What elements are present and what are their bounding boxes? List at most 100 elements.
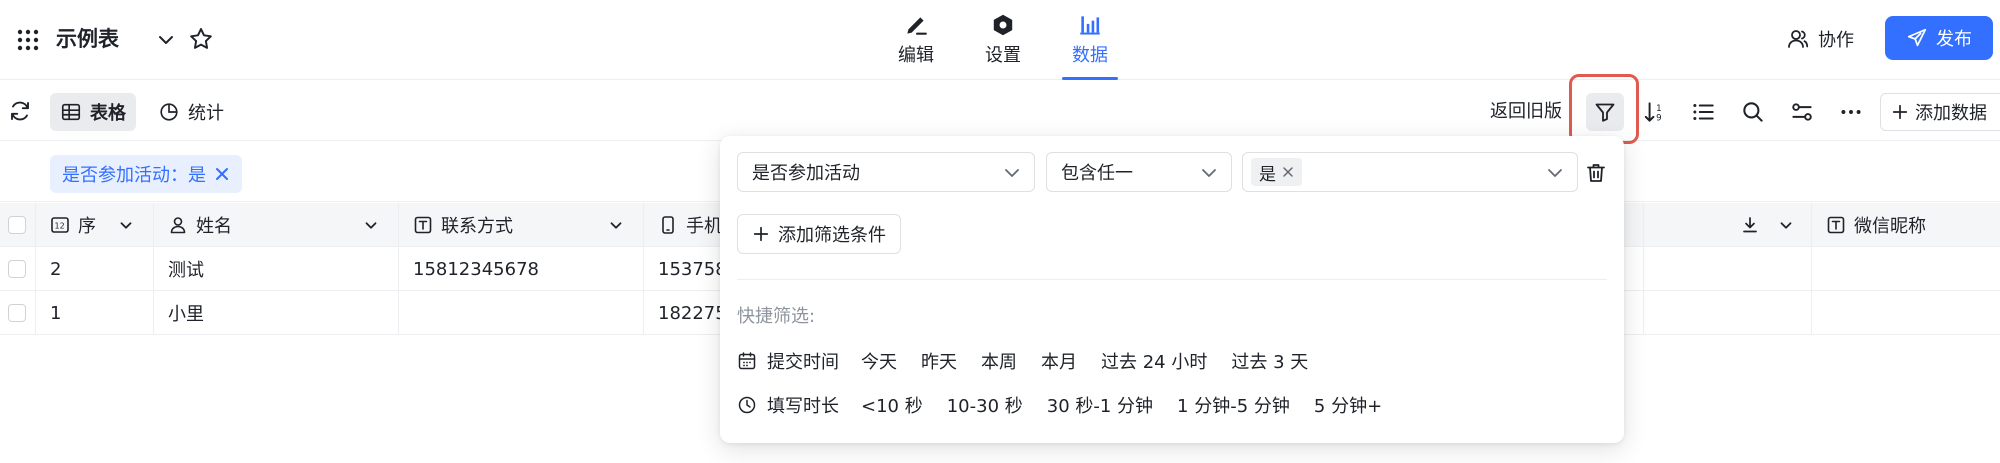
filter-operator-value: 包含任一 xyxy=(1061,163,1133,184)
column-header-name[interactable]: 姓名 xyxy=(154,203,399,247)
quick-option-10-30s[interactable]: 10-30 秒 xyxy=(947,392,1023,418)
phone-icon xyxy=(662,216,674,234)
cell-contact[interactable]: 15812345678 xyxy=(399,247,644,291)
sort-icon[interactable]: 1 9 xyxy=(1642,99,1668,125)
chevron-down-icon xyxy=(1005,169,1019,177)
serial-number-icon: 12 xyxy=(51,217,69,233)
quick-option-30s-1m[interactable]: 30 秒-1 分钟 xyxy=(1047,392,1153,418)
tab-edit[interactable]: 编辑 xyxy=(878,10,954,80)
column-header-file[interactable] xyxy=(1730,203,1812,247)
quick-option-yesterday[interactable]: 昨天 xyxy=(921,348,957,374)
quick-option-this-month[interactable]: 本月 xyxy=(1041,348,1077,374)
refresh-icon[interactable] xyxy=(8,99,32,123)
filter-button[interactable] xyxy=(1586,93,1624,131)
active-filter-chip[interactable]: 是否参加活动：是 xyxy=(50,155,242,193)
quick-option-past-3d[interactable]: 过去 3 天 xyxy=(1231,348,1308,374)
quick-option-today[interactable]: 今天 xyxy=(861,348,897,374)
filter-operator-select[interactable]: 包含任一 xyxy=(1046,152,1232,192)
close-icon[interactable] xyxy=(1282,166,1294,178)
chevron-down-icon xyxy=(1202,169,1216,177)
select-all-checkbox[interactable] xyxy=(8,216,26,234)
close-icon[interactable] xyxy=(214,166,230,182)
filter-field-value: 是否参加活动 xyxy=(752,163,860,184)
view-stats-button[interactable]: 统计 xyxy=(148,93,234,131)
svg-text:9: 9 xyxy=(1656,114,1662,124)
add-data-button[interactable]: 添加数据 xyxy=(1880,93,2000,131)
pencil-icon xyxy=(907,17,927,35)
column-label: 手机 xyxy=(686,216,722,237)
chevron-down-icon[interactable] xyxy=(156,30,176,50)
row-checkbox[interactable] xyxy=(8,260,26,278)
send-icon xyxy=(1907,28,1927,47)
adjust-sliders-icon[interactable] xyxy=(1789,99,1815,125)
bar-chart-icon xyxy=(1080,16,1100,35)
tab-data[interactable]: 数据 xyxy=(1052,10,1128,80)
app-title: 示例表 xyxy=(56,27,119,51)
add-filter-condition-button[interactable]: 添加筛选条件 xyxy=(737,214,901,254)
collaborate-button[interactable]: 协作 xyxy=(1776,18,1864,60)
column-label: 姓名 xyxy=(196,216,232,237)
cell-name[interactable]: 小里 xyxy=(154,291,399,335)
row-checkbox[interactable] xyxy=(8,304,26,322)
chevron-down-icon[interactable] xyxy=(607,216,625,234)
search-icon[interactable] xyxy=(1740,99,1766,125)
cell-wechat[interactable] xyxy=(1812,291,2000,335)
hexagon-settings-icon xyxy=(993,14,1013,36)
more-icon[interactable] xyxy=(1838,99,1864,125)
pie-chart-icon xyxy=(160,103,178,121)
chevron-down-icon[interactable] xyxy=(1777,216,1795,234)
column-header-contact[interactable]: 联系方式 xyxy=(399,203,644,247)
quick-option-1m-5m[interactable]: 1 分钟-5 分钟 xyxy=(1177,392,1290,418)
filter-field-select[interactable]: 是否参加活动 xyxy=(737,152,1035,192)
quick-option-5m-plus[interactable]: 5 分钟+ xyxy=(1314,392,1382,418)
popup-divider xyxy=(737,279,1607,280)
quick-option-past-24h[interactable]: 过去 24 小时 xyxy=(1101,348,1207,374)
chevron-down-icon xyxy=(1548,169,1562,177)
quick-filter-title: 填写时长 xyxy=(767,396,839,417)
column-label: 联系方式 xyxy=(441,216,513,237)
cell-seq[interactable]: 1 xyxy=(36,291,154,335)
delete-condition-icon[interactable] xyxy=(1584,161,1608,185)
plus-icon xyxy=(1892,104,1908,120)
column-header-wechat[interactable]: 微信昵称 xyxy=(1812,203,2000,247)
filter-value-select[interactable]: 是 xyxy=(1242,152,1578,192)
cell-seq[interactable]: 2 xyxy=(36,247,154,291)
view-table-button[interactable]: 表格 xyxy=(50,93,136,131)
filter-value-tag-label: 是 xyxy=(1259,164,1276,185)
select-all-checkbox-cell[interactable] xyxy=(0,203,36,247)
return-old-version-link[interactable]: 返回旧版 xyxy=(1490,99,1562,125)
chevron-down-icon[interactable] xyxy=(117,216,135,234)
view-stats-label: 统计 xyxy=(188,103,224,124)
tab-settings-label: 设置 xyxy=(985,45,1021,66)
star-icon[interactable] xyxy=(188,26,214,52)
filter-value-tag: 是 xyxy=(1251,158,1302,186)
quick-filter-title: 提交时间 xyxy=(767,352,839,373)
text-field-icon xyxy=(1827,216,1845,234)
column-header-seq[interactable]: 12 序 xyxy=(36,203,154,247)
view-table-label: 表格 xyxy=(90,103,126,124)
cell-file[interactable] xyxy=(1730,247,1812,291)
column-label: 序 xyxy=(78,216,96,237)
cell-name[interactable]: 测试 xyxy=(154,247,399,291)
column-label: 微信昵称 xyxy=(1854,216,1926,237)
quick-filter-label: 快捷筛选: xyxy=(737,306,816,327)
quick-option-under-10s[interactable]: <10 秒 xyxy=(861,392,923,418)
quick-filter-submit-time-row: 提交时间 今天 昨天 本周 本月 过去 24 小时 过去 3 天 xyxy=(737,345,1332,377)
collaborate-label: 协作 xyxy=(1818,30,1854,51)
tab-settings[interactable]: 设置 xyxy=(965,10,1041,80)
add-filter-condition-label: 添加筛选条件 xyxy=(778,225,886,246)
quick-option-this-week[interactable]: 本周 xyxy=(981,348,1017,374)
tab-edit-label: 编辑 xyxy=(898,45,934,66)
chevron-down-icon[interactable] xyxy=(362,216,380,234)
publish-button[interactable]: 发布 xyxy=(1885,16,1993,60)
field-list-icon[interactable] xyxy=(1690,99,1716,125)
cell-wechat[interactable] xyxy=(1812,247,2000,291)
quick-filter-duration-row: 填写时长 <10 秒 10-30 秒 30 秒-1 分钟 1 分钟-5 分钟 5… xyxy=(737,389,1406,421)
cell-file[interactable] xyxy=(1730,291,1812,335)
cell-contact[interactable] xyxy=(399,291,644,335)
row-checkbox-cell[interactable] xyxy=(0,291,36,335)
calendar-icon xyxy=(738,352,756,370)
row-checkbox-cell[interactable] xyxy=(0,247,36,291)
filter-popup: 是否参加活动 包含任一 是 添加筛选条件 快捷筛选: 提交时间 今天 昨天 本周… xyxy=(720,136,1624,443)
apps-grid-icon[interactable] xyxy=(16,28,40,52)
